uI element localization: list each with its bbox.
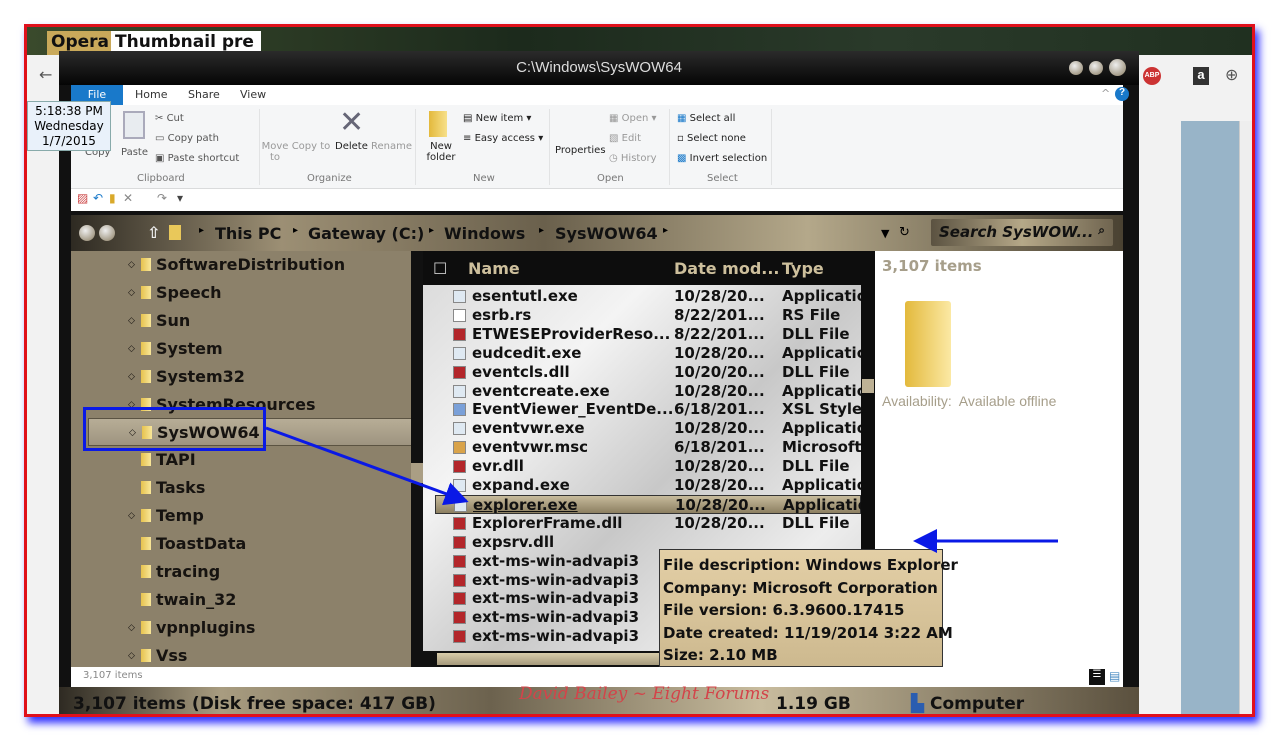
screenshot-frame: Opera Thumbnail pre ← ABP a ⊕ C:\Windows… xyxy=(24,24,1255,717)
annotation-arrows xyxy=(265,426,1058,553)
annotation-arrow-selected-file xyxy=(265,426,469,506)
